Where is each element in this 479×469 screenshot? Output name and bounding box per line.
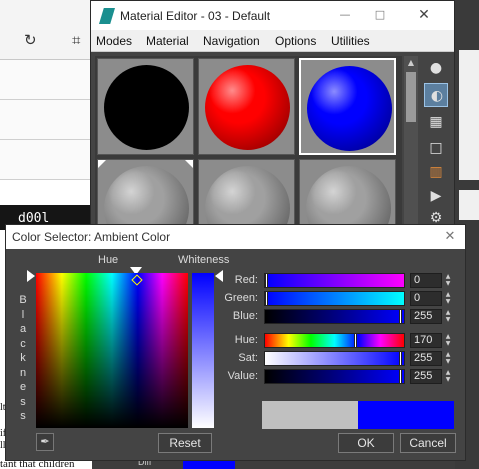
spinner-arrows-icon[interactable]: ▲ ▼: [443, 369, 453, 384]
slider-handle[interactable]: [265, 291, 268, 306]
sat-slider[interactable]: [264, 351, 405, 366]
hue-slider[interactable]: [264, 333, 405, 348]
slider-handle[interactable]: [265, 273, 268, 288]
blue-value[interactable]: 255: [410, 309, 442, 324]
material-sphere: [307, 66, 392, 151]
close-icon[interactable]: ✕: [409, 5, 439, 25]
side-toolbar: ● ◐ ▦ □ ▥ ▶ ⚙: [421, 56, 451, 234]
hue-label: Hue: [98, 254, 119, 266]
red-slider[interactable]: [264, 273, 405, 288]
eyedropper-icon[interactable]: ✒: [36, 433, 54, 451]
rotate-icon[interactable]: ↻: [24, 33, 37, 48]
window-title: Material Editor - 03 - Default: [120, 9, 271, 23]
menu-bar: Modes Material Navigation Options Utilit…: [91, 30, 454, 52]
blackness-label: Blackness: [18, 293, 28, 424]
backlight-icon[interactable]: ◐: [424, 83, 448, 107]
blue-slider[interactable]: [264, 309, 405, 324]
material-sphere: [205, 65, 290, 150]
cancel-button-label: Cancel: [409, 436, 447, 450]
right-panel-section: [459, 190, 479, 220]
maximize-icon[interactable]: □: [365, 5, 395, 25]
background-toolbar: ↻ ⌗: [0, 0, 92, 60]
slider-handle[interactable]: [399, 309, 402, 324]
app-logo-icon: [99, 8, 115, 24]
hue-value[interactable]: 170: [410, 333, 442, 348]
blackness-marker-icon[interactable]: [27, 270, 35, 282]
ok-button-label: OK: [357, 436, 375, 450]
sample-slot[interactable]: [97, 58, 194, 155]
color-selector-titlebar[interactable]: Color Selector: Ambient Color ✕: [6, 225, 465, 249]
material-sphere: [104, 65, 189, 150]
scrollbar-thumb[interactable]: [406, 72, 416, 122]
material-editor-titlebar[interactable]: Material Editor - 03 - Default — □ ✕: [91, 1, 454, 30]
menu-material[interactable]: Material: [146, 34, 189, 48]
hue-spinner[interactable]: 170 ▲ ▼: [410, 333, 454, 348]
sample-slot[interactable]: [198, 58, 295, 155]
slots-scrollbar[interactable]: ▲: [404, 56, 418, 234]
spinner-arrows-icon[interactable]: ▲ ▼: [443, 309, 453, 324]
green-slider[interactable]: [264, 291, 405, 306]
slot-corner-marker: [185, 160, 193, 168]
original-color-preview: [262, 401, 358, 429]
red-label: Red:: [234, 274, 258, 286]
background-panel-band: [0, 100, 92, 140]
background-panel-band: [0, 60, 92, 100]
green-value[interactable]: 0: [410, 291, 442, 306]
sat-value[interactable]: 255: [410, 351, 442, 366]
green-label: Green:: [224, 292, 258, 304]
material-editor-window: Material Editor - 03 - Default — □ ✕ Mod…: [90, 0, 455, 256]
crop-icon[interactable]: ⌗: [72, 33, 80, 48]
scroll-up-icon[interactable]: ▲: [404, 56, 418, 70]
slider-handle[interactable]: [399, 351, 402, 366]
green-spinner[interactable]: 0 ▲ ▼: [410, 291, 454, 306]
background-panel-band: [0, 140, 92, 180]
red-spinner[interactable]: 0 ▲ ▼: [410, 273, 454, 288]
video-color-check-icon[interactable]: ▥: [424, 160, 448, 184]
cancel-button[interactable]: Cancel: [400, 433, 456, 453]
sample-slots-grid: [95, 56, 402, 256]
make-preview-icon[interactable]: ▶: [424, 184, 448, 208]
menu-options[interactable]: Options: [275, 34, 316, 48]
sample-slot-active[interactable]: [299, 58, 396, 155]
slot-corner-marker: [98, 160, 106, 168]
close-icon[interactable]: ✕: [438, 227, 462, 247]
minimize-icon[interactable]: —: [330, 5, 360, 25]
right-panel-section: [459, 50, 479, 180]
slider-handle[interactable]: [354, 333, 357, 348]
spinner-arrows-icon[interactable]: ▲ ▼: [443, 333, 453, 348]
new-color-preview: [358, 401, 454, 429]
dialog-title: Color Selector: Ambient Color: [12, 230, 171, 244]
menu-navigation[interactable]: Navigation: [203, 34, 260, 48]
value-label: Value:: [227, 370, 258, 382]
hue-blackness-field[interactable]: [36, 273, 188, 428]
blue-label: Blue:: [232, 310, 258, 322]
sat-spinner[interactable]: 255 ▲ ▼: [410, 351, 454, 366]
red-value[interactable]: 0: [410, 273, 442, 288]
hue-row-label: Hue:: [234, 334, 258, 346]
spinner-arrows-icon[interactable]: ▲ ▼: [443, 351, 453, 366]
sample-sphere-icon[interactable]: ●: [424, 56, 448, 80]
ok-button[interactable]: OK: [338, 433, 394, 453]
sat-label: Sat:: [238, 352, 258, 364]
slider-handle[interactable]: [399, 369, 402, 384]
color-selector-dialog: Color Selector: Ambient Color ✕ Hue Whit…: [5, 224, 466, 461]
checker-background-icon[interactable]: ▦: [424, 110, 448, 134]
spinner-arrows-icon[interactable]: ▲ ▼: [443, 291, 453, 306]
sample-uv-icon[interactable]: □: [424, 136, 448, 160]
blackness-label-text: Blackness: [19, 294, 27, 422]
menu-utilities[interactable]: Utilities: [331, 34, 370, 48]
reset-button[interactable]: Reset: [158, 433, 212, 453]
value-spinner[interactable]: 255 ▲ ▼: [410, 369, 454, 384]
spinner-arrows-icon[interactable]: ▲ ▼: [443, 273, 453, 288]
menu-modes[interactable]: Modes: [96, 34, 132, 48]
whiteness-label: Whiteness: [178, 254, 230, 266]
blue-spinner[interactable]: 255 ▲ ▼: [410, 309, 454, 324]
reset-button-label: Reset: [169, 436, 201, 450]
value-value[interactable]: 255: [410, 369, 442, 384]
value-slider[interactable]: [264, 369, 405, 384]
